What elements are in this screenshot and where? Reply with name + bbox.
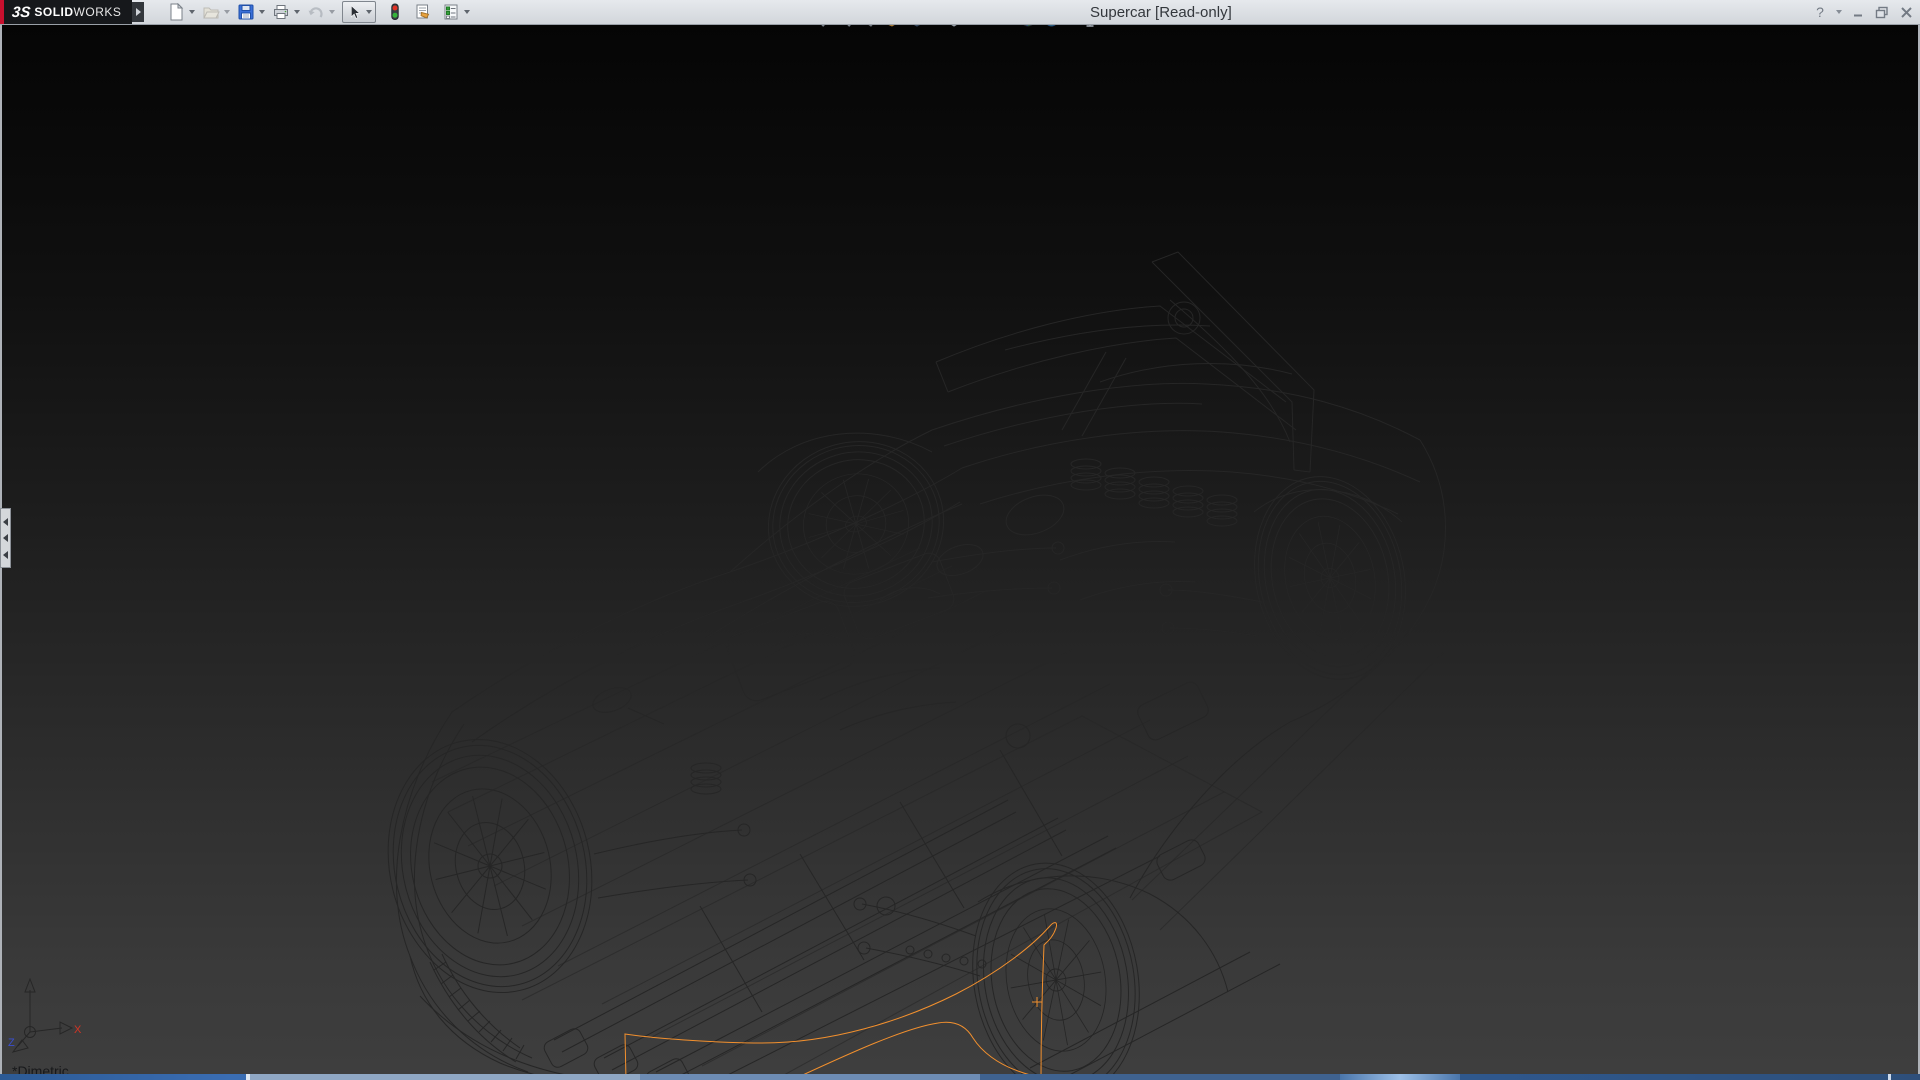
graphics-viewport[interactable] [0, 24, 1920, 1074]
flyout-triangle-icon [136, 8, 141, 16]
solidworks-window: 3S SOLIDWORKS [0, 0, 1920, 1080]
help-dropdown-caret[interactable] [1834, 2, 1844, 22]
solidworks-logo[interactable]: 3S SOLIDWORKS [0, 0, 132, 24]
save-dropdown-caret[interactable] [257, 1, 267, 23]
splitter-arrow-icon [3, 518, 8, 526]
options-dropdown-caret[interactable] [462, 1, 472, 23]
window-controls: ? [1810, 0, 1916, 24]
title-bar: 3S SOLIDWORKS [0, 0, 1920, 25]
taskbar-divider [1888, 1074, 1891, 1080]
menu-flyout-arrow[interactable] [132, 2, 144, 22]
options-button[interactable] [440, 1, 462, 23]
minimize-icon [1852, 6, 1864, 18]
logo-accent [0, 0, 4, 24]
brand-text-light: WORKS [74, 5, 122, 19]
print-button[interactable] [270, 1, 292, 23]
rebuild-traffic-light-icon [386, 3, 404, 21]
featuremanager-splitter-tab[interactable] [0, 508, 11, 568]
print-icon [272, 3, 290, 21]
select-tool-group [342, 1, 376, 23]
file-properties-icon [414, 3, 432, 21]
taskbar-segment [980, 1074, 1340, 1080]
brand-text-bold: SOLID [34, 5, 73, 19]
taskbar-segment [250, 1074, 640, 1080]
splitter-arrow-icon [3, 534, 8, 542]
help-button[interactable]: ? [1810, 2, 1830, 22]
new-dropdown-caret[interactable] [187, 1, 197, 23]
open-button[interactable] [200, 1, 222, 23]
open-dropdown-caret[interactable] [222, 1, 232, 23]
undo-dropdown-caret[interactable] [327, 1, 337, 23]
new-document-icon [167, 3, 185, 21]
print-dropdown-caret[interactable] [292, 1, 302, 23]
solidworks-3ds-icon: 3S [11, 4, 31, 21]
select-dropdown-caret[interactable] [364, 1, 374, 23]
taskbar-glow [1340, 1074, 1460, 1080]
splitter-arrow-icon [3, 551, 8, 559]
rebuild-button[interactable] [384, 1, 406, 23]
save-button[interactable] [235, 1, 257, 23]
options-icon [442, 3, 460, 21]
undo-button[interactable] [305, 1, 327, 23]
file-properties-button[interactable] [412, 1, 434, 23]
taskbar-segment [640, 1074, 980, 1080]
taskbar-edge[interactable] [0, 1074, 1920, 1080]
close-icon [1900, 6, 1913, 19]
save-floppy-icon [237, 3, 255, 21]
select-tool-button[interactable] [344, 3, 364, 21]
close-button[interactable] [1896, 2, 1916, 22]
document-title: Supercar [Read-only] [1090, 4, 1232, 21]
new-document-button[interactable] [165, 1, 187, 23]
standard-toolbar [165, 0, 475, 24]
undo-arrow-icon [307, 3, 325, 21]
minimize-button[interactable] [1848, 2, 1868, 22]
open-folder-icon [202, 3, 220, 21]
select-cursor-icon [346, 4, 362, 20]
restore-icon [1875, 6, 1889, 19]
restore-button[interactable] [1872, 2, 1892, 22]
